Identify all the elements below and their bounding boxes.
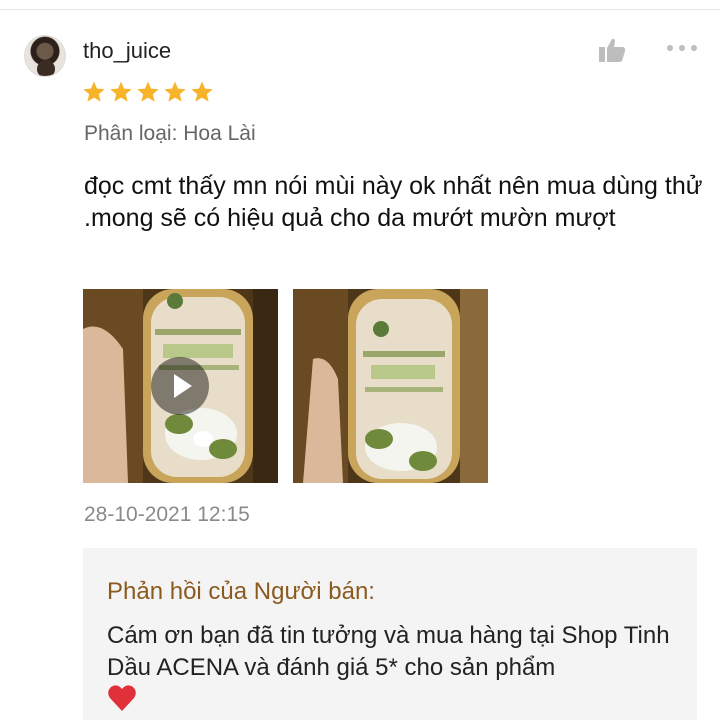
heart-icon (108, 685, 136, 711)
star-icon (137, 81, 159, 102)
review-video-thumbnail[interactable] (83, 289, 278, 483)
seller-reply-box: Phản hồi của Người bán: Cám ơn bạn đã ti… (83, 548, 697, 720)
product-variation: Phân loại: Hoa Lài (84, 122, 256, 145)
review-image-thumbnail[interactable] (293, 289, 488, 483)
star-icon (164, 81, 186, 102)
star-icon (191, 81, 213, 102)
star-icon (83, 81, 105, 102)
review-timestamp: 28-10-2021 12:15 (84, 503, 250, 526)
thumbs-up-icon[interactable] (597, 36, 627, 64)
seller-reply-title: Phản hồi của Người bán: (107, 578, 375, 605)
star-icon (110, 81, 132, 102)
more-options-icon[interactable] (665, 40, 699, 56)
rating-stars (82, 80, 214, 104)
seller-reply-text: Cám ơn bạn đã tin tưởng và mua hàng tại … (107, 622, 670, 681)
review-text: đọc cmt thấy mn nói mùi này ok nhất nên … (84, 172, 703, 232)
play-icon[interactable] (151, 357, 209, 415)
reviewer-username[interactable]: tho_juice (83, 38, 171, 64)
top-divider (0, 9, 720, 10)
user-avatar[interactable] (24, 35, 66, 77)
